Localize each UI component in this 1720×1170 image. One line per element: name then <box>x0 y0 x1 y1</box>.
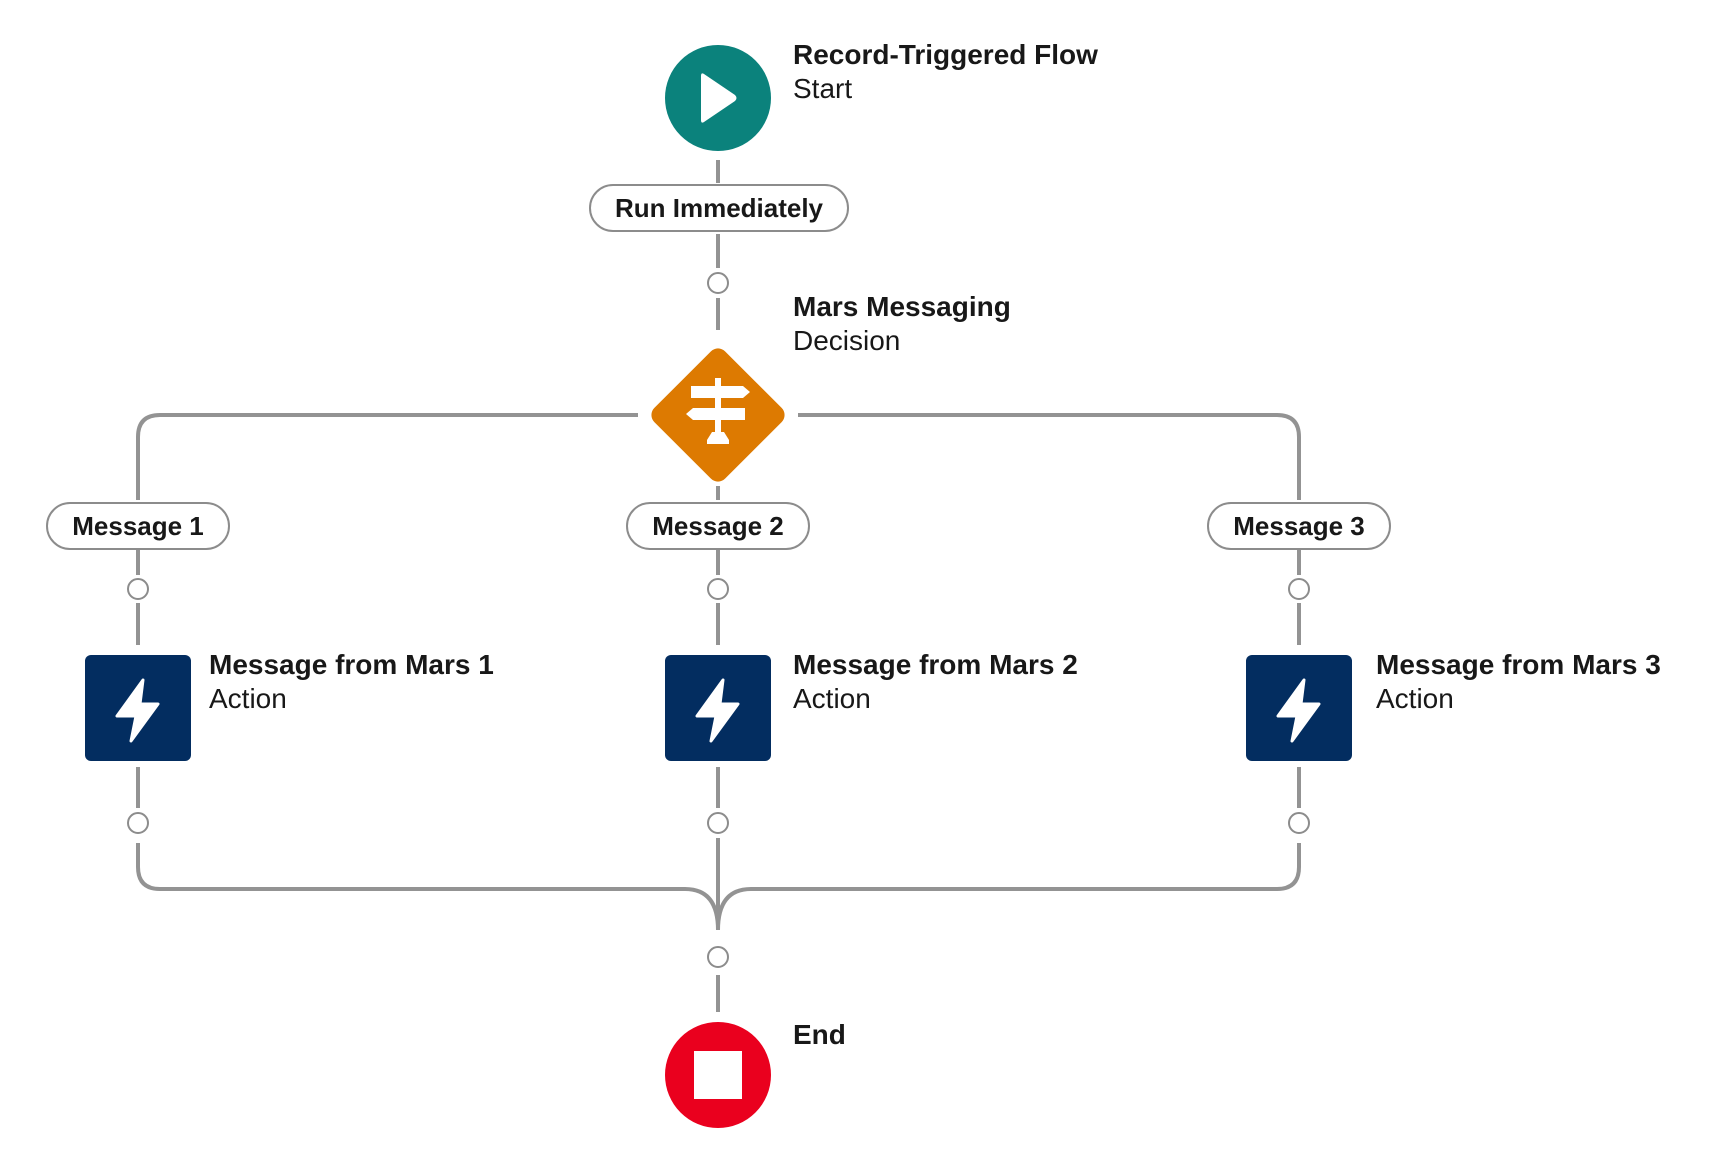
add-element-button[interactable] <box>707 272 729 294</box>
end-title: End <box>793 1019 846 1050</box>
outcome-label-1[interactable]: Message 1 <box>46 502 230 550</box>
end-node[interactable] <box>665 1022 771 1128</box>
action-type: Action <box>209 683 287 714</box>
merge-right <box>716 843 1301 931</box>
branch-right <box>798 413 1301 500</box>
add-element-button[interactable] <box>127 578 149 600</box>
outcome-label-2[interactable]: Message 2 <box>626 502 810 550</box>
path-label-run-immediately[interactable]: Run Immediately <box>589 184 849 232</box>
start-title: Record-Triggered Flow <box>793 39 1098 70</box>
decision-node[interactable] <box>647 344 788 485</box>
add-element-button[interactable] <box>1288 578 1310 600</box>
merge-left <box>136 843 720 931</box>
stop-icon <box>694 1051 742 1099</box>
add-element-button[interactable] <box>127 812 149 834</box>
add-element-button[interactable] <box>707 946 729 968</box>
action-label-1: Message from Mars 1 Action <box>209 648 494 716</box>
action-title: Message from Mars 2 <box>793 649 1078 680</box>
add-element-button[interactable] <box>707 578 729 600</box>
action-label-3: Message from Mars 3 Action <box>1376 648 1661 716</box>
action-title: Message from Mars 3 <box>1376 649 1661 680</box>
action-label-2: Message from Mars 2 Action <box>793 648 1078 716</box>
add-element-button[interactable] <box>1288 812 1310 834</box>
decision-title: Mars Messaging <box>793 291 1011 322</box>
action-node-1[interactable] <box>85 655 191 761</box>
action-type: Action <box>1376 683 1454 714</box>
action-node-3[interactable] <box>1246 655 1352 761</box>
action-node-2[interactable] <box>665 655 771 761</box>
end-label: End <box>793 1018 846 1052</box>
branch-left <box>136 413 638 500</box>
start-label: Record-Triggered Flow Start <box>793 38 1098 106</box>
flow-canvas <box>85 45 1352 1128</box>
action-title: Message from Mars 1 <box>209 649 494 680</box>
decision-label: Mars Messaging Decision <box>793 290 1011 358</box>
start-type: Start <box>793 73 853 104</box>
action-type: Action <box>793 683 871 714</box>
add-element-button[interactable] <box>707 812 729 834</box>
start-node[interactable] <box>665 45 771 151</box>
decision-type: Decision <box>793 325 901 356</box>
outcome-label-3[interactable]: Message 3 <box>1207 502 1391 550</box>
